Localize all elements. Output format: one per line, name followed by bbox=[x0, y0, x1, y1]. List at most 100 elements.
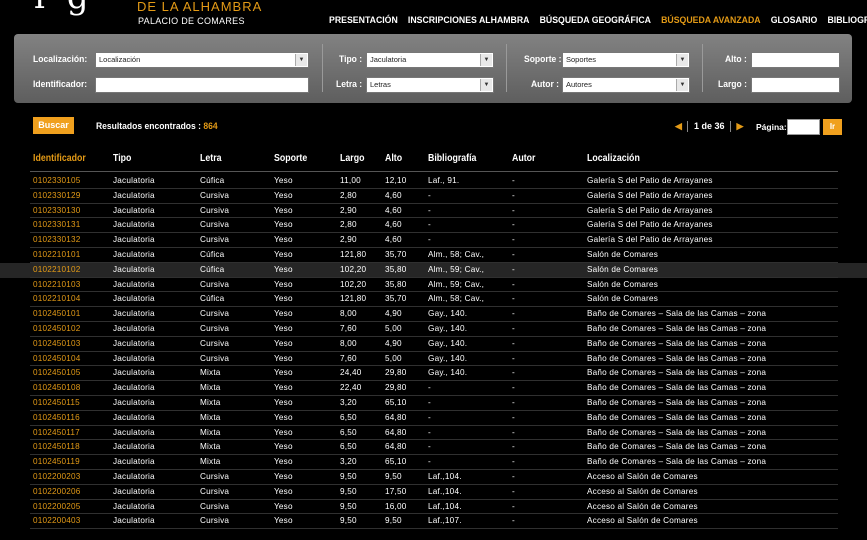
prev-page-icon[interactable]: ◀ bbox=[675, 121, 682, 131]
table-row[interactable]: 0102450115 Jaculatoria Mixta Yeso 3,20 65,10 -… bbox=[0, 396, 867, 411]
table-row[interactable]: 0102210101 Jaculatoria Cúfica Yeso 121,80 35,… bbox=[0, 248, 867, 263]
cell-letra: Cursiva bbox=[200, 220, 230, 230]
cell-id[interactable]: 0102450116 bbox=[33, 413, 80, 422]
table-row[interactable]: 0102450104 Jaculatoria Cursiva Yeso 7,60 5,00… bbox=[0, 352, 867, 367]
cell-id[interactable]: 0102450118 bbox=[33, 442, 80, 451]
cell-alto: 35,70 bbox=[385, 249, 407, 259]
column-header-letra: Letra bbox=[200, 153, 222, 164]
cell-id[interactable]: 0102450115 bbox=[33, 398, 80, 407]
cell-largo: 6,50 bbox=[340, 412, 357, 422]
cell-id[interactable]: 0102200203 bbox=[33, 472, 81, 481]
cell-largo: 6,50 bbox=[340, 427, 357, 437]
nav-item-b-squeda-geogr-fica[interactable]: BÚSQUEDA GEOGRÁFICA bbox=[540, 15, 651, 26]
logo-glyph[interactable]: ig bbox=[34, 0, 111, 14]
cell-id[interactable]: 0102450102 bbox=[33, 324, 81, 333]
table-row[interactable]: 0102450116 Jaculatoria Mixta Yeso 6,50 64,80 -… bbox=[0, 411, 867, 426]
cell-id[interactable]: 0102200206 bbox=[33, 487, 81, 496]
identificador-input[interactable] bbox=[95, 77, 309, 93]
cell-id[interactable]: 0102200205 bbox=[33, 502, 81, 511]
tipo-select[interactable]: Jaculatoria ▼ bbox=[366, 52, 494, 68]
cell-alto: 64,80 bbox=[385, 427, 407, 437]
nav-item-b-squeda-avanzada[interactable]: BÚSQUEDA AVANZADA bbox=[661, 15, 761, 26]
table-row[interactable]: 0102330131 Jaculatoria Cursiva Yeso 2,80 4,60… bbox=[0, 218, 867, 233]
table-row[interactable]: 0102450108 Jaculatoria Mixta Yeso 22,40 29,80… bbox=[0, 381, 867, 396]
cell-id[interactable]: 0102450103 bbox=[33, 339, 81, 348]
table-row[interactable]: 0102210102 Jaculatoria Cúfica Yeso 102,20 35,… bbox=[0, 262, 867, 278]
cell-id[interactable]: 0102450117 bbox=[33, 428, 80, 437]
nav-item-bibliograf-a[interactable]: BIBLIOGRAFÍA bbox=[827, 15, 867, 26]
cell-id[interactable]: 0102450119 bbox=[33, 457, 80, 466]
cell-id[interactable]: 0102210104 bbox=[33, 294, 81, 303]
table-row[interactable]: 0102450119 Jaculatoria Mixta Yeso 3,20 65,10 -… bbox=[0, 455, 867, 470]
cell-id[interactable]: 0102330129 bbox=[33, 191, 81, 200]
main-nav: PRESENTACIÓN INSCRIPCIONES ALHAMBRA BÚSQUE… bbox=[329, 15, 867, 26]
table-row[interactable]: 0102330129 Jaculatoria Cursiva Yeso 2,80 4,60… bbox=[0, 189, 867, 204]
table-row[interactable]: 0102210103 Jaculatoria Cursiva Yeso 102,20 35… bbox=[0, 278, 867, 293]
cell-id[interactable]: 0102450101 bbox=[33, 309, 81, 318]
table-row[interactable]: 0102330105 Jaculatoria Cúfica Yeso 11,00 12,1… bbox=[0, 174, 867, 189]
cell-id[interactable]: 0102450108 bbox=[33, 383, 81, 392]
pagina-input[interactable] bbox=[787, 119, 820, 135]
cell-bibliografia: Gay., 140. bbox=[428, 309, 468, 319]
cell-id[interactable]: 0102330132 bbox=[33, 235, 81, 244]
cell-largo: 11,00 bbox=[340, 176, 361, 185]
table-header: Identificador Tipo Letra Soporte Largo Alto Bi… bbox=[0, 153, 867, 169]
cell-largo: 2,90 bbox=[340, 205, 357, 215]
buscar-button[interactable]: Buscar bbox=[33, 117, 74, 134]
cell-tipo: Jaculatoria bbox=[113, 264, 155, 274]
cell-largo: 8,00 bbox=[340, 338, 357, 348]
logo-title[interactable]: DE LA ALHAMBRA bbox=[137, 0, 262, 14]
table-row[interactable]: 0102330132 Jaculatoria Cursiva Yeso 2,90 4,60… bbox=[0, 233, 867, 248]
letra-select[interactable]: Letras ▼ bbox=[366, 77, 494, 93]
table-row[interactable]: 0102200206 Jaculatoria Cursiva Yeso 9,50 17,5… bbox=[0, 485, 867, 500]
nav-item-inscripciones-alhambra[interactable]: INSCRIPCIONES ALHAMBRA bbox=[408, 15, 530, 26]
logo-subtitle: PALACIO DE COMARES bbox=[138, 16, 245, 26]
cell-localizacion: Salón de Comares bbox=[587, 249, 659, 259]
table-row[interactable]: 0102200205 Jaculatoria Cursiva Yeso 9,50 16,0… bbox=[0, 500, 867, 515]
table-row[interactable]: 0102450101 Jaculatoria Cursiva Yeso 8,00 4,90… bbox=[0, 307, 867, 322]
table-row[interactable]: 0102450103 Jaculatoria Cursiva Yeso 8,00 4,90… bbox=[0, 337, 867, 352]
cell-id[interactable]: 0102450105 bbox=[33, 368, 81, 377]
table-row[interactable]: 0102200203 Jaculatoria Cursiva Yeso 9,50 9,50… bbox=[0, 470, 867, 485]
cell-id[interactable]: 0102210103 bbox=[33, 280, 81, 289]
nav-item-presentaci-n[interactable]: PRESENTACIÓN bbox=[329, 15, 398, 26]
chevron-down-icon[interactable]: ▼ bbox=[480, 79, 492, 91]
cell-bibliografia: Laf.,104. bbox=[428, 486, 462, 496]
cell-soporte: Yeso bbox=[274, 309, 293, 319]
chevron-down-icon[interactable]: ▼ bbox=[295, 54, 307, 66]
cell-id[interactable]: 0102330130 bbox=[33, 206, 81, 215]
cell-id[interactable]: 0102330131 bbox=[33, 220, 81, 229]
table-row[interactable]: 0102330130 Jaculatoria Cursiva Yeso 2,90 4,60… bbox=[0, 204, 867, 219]
chevron-down-icon[interactable]: ▼ bbox=[676, 54, 688, 66]
cell-localizacion: Baño de Comares – Sala de las Camas – zo… bbox=[587, 457, 767, 467]
table-row[interactable]: 0102200403 Jaculatoria Cursiva Yeso 9,50 9,50… bbox=[0, 514, 867, 529]
cell-id[interactable]: 0102330105 bbox=[33, 176, 81, 185]
cell-localizacion: Acceso al Salón de Comares bbox=[587, 471, 698, 481]
cell-tipo: Jaculatoria bbox=[113, 383, 155, 393]
chevron-down-icon[interactable]: ▼ bbox=[676, 79, 688, 91]
table-row[interactable]: 0102450102 Jaculatoria Cursiva Yeso 7,60 5,00… bbox=[0, 322, 867, 337]
ir-button[interactable]: Ir bbox=[823, 119, 842, 135]
next-page-icon[interactable]: ▶ bbox=[737, 121, 744, 131]
nav-item-glosario[interactable]: GLOSARIO bbox=[771, 15, 818, 26]
cell-id[interactable]: 0102450104 bbox=[33, 354, 81, 363]
soporte-select[interactable]: Soportes ▼ bbox=[562, 52, 690, 68]
localizacion-select[interactable]: Localización ▼ bbox=[95, 52, 309, 68]
cell-localizacion: Galería S del Patio de Arrayanes bbox=[587, 205, 713, 215]
cell-id[interactable]: 0102210102 bbox=[33, 265, 81, 274]
cell-id[interactable]: 0102200403 bbox=[33, 516, 81, 525]
alto-input[interactable] bbox=[751, 52, 840, 68]
cell-largo: 3,20 bbox=[340, 397, 357, 407]
cell-id[interactable]: 0102210101 bbox=[33, 250, 81, 259]
chevron-down-icon[interactable]: ▼ bbox=[480, 54, 492, 66]
table-row[interactable]: 0102450118 Jaculatoria Mixta Yeso 6,50 64,80 -… bbox=[0, 440, 867, 455]
cell-tipo: Jaculatoria bbox=[113, 457, 155, 467]
table-row[interactable]: 0102450105 Jaculatoria Mixta Yeso 24,40 29,80… bbox=[0, 366, 867, 381]
largo-input[interactable] bbox=[751, 77, 840, 93]
autor-select[interactable]: Autores ▼ bbox=[562, 77, 690, 93]
cell-largo: 9,50 bbox=[340, 501, 357, 511]
table-row[interactable]: 0102210104 Jaculatoria Cúfica Yeso 121,80 35,… bbox=[0, 292, 867, 307]
cell-localizacion: Galería S del Patio de Arrayanes bbox=[587, 220, 713, 230]
table-row[interactable]: 0102450117 Jaculatoria Mixta Yeso 6,50 64,80 -… bbox=[0, 426, 867, 441]
page-indicator: 1 de 36 bbox=[693, 121, 725, 131]
